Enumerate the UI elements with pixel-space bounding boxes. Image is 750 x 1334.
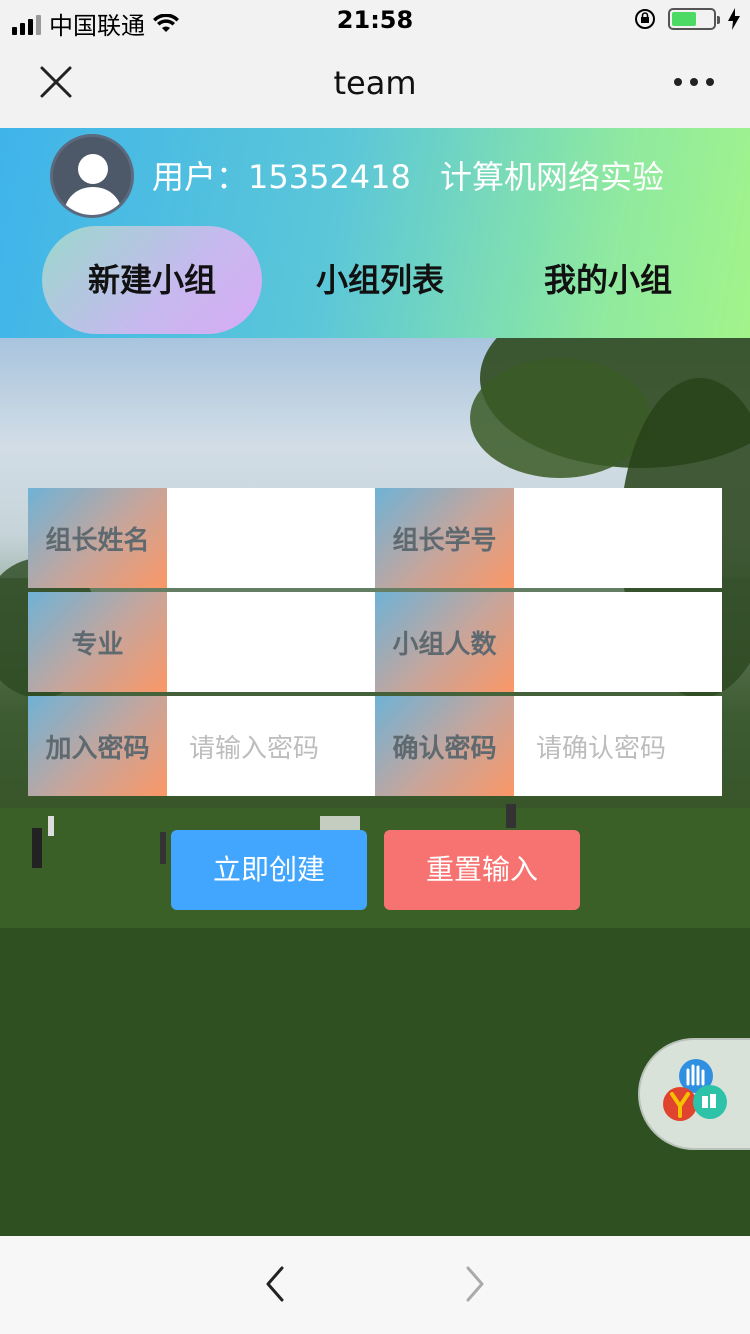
confirm-password-input[interactable]: 请确认密码 [514,696,722,796]
leader-name-label: 组长姓名 [28,488,167,588]
user-silhouette-icon [63,154,123,215]
page-title: team [333,64,417,102]
form-row-leader: 组长姓名 组长学号 [28,488,722,588]
join-password-label: 加入密码 [28,696,167,796]
status-right [634,8,740,30]
major-input[interactable] [167,592,375,692]
group-size-label: 小组人数 [375,592,514,692]
back-arrow-icon[interactable] [260,1264,290,1304]
nav-bar: team [0,40,750,128]
avatar[interactable] [50,134,134,218]
more-icon[interactable] [674,78,714,86]
course-name-label: 计算机网络实验 [440,158,665,196]
app-cluster-icon [663,1059,727,1121]
tab-my-groups[interactable]: 我的小组 [498,226,718,334]
form-row-password: 加入密码 请输入密码 确认密码 请确认密码 [28,696,722,796]
user-id-label: 用户：15352418 [152,158,411,196]
leader-student-id-label: 组长学号 [375,488,514,588]
header-banner: 用户：15352418 计算机网络实验 新建小组 小组列表 我的小组 [0,128,750,338]
floating-assistant-widget[interactable] [638,1038,750,1150]
reset-input-button[interactable]: 重置输入 [384,830,580,910]
status-bar: 中国联通 21:58 [0,0,750,40]
create-group-form: 组长姓名 组长学号 专业 小组人数 加入密码 请输入密码 确认密码 请确认密码 [28,488,722,800]
tab-new-group[interactable]: 新建小组 [42,226,262,334]
rotation-lock-icon [635,9,655,29]
leader-name-input[interactable] [167,488,375,588]
form-row-major: 专业 小组人数 [28,592,722,692]
forward-arrow-icon[interactable] [460,1264,490,1304]
create-now-button[interactable]: 立即创建 [171,830,367,910]
bottom-toolbar [0,1236,750,1334]
battery-icon [668,8,720,30]
confirm-password-label: 确认密码 [375,696,514,796]
major-label: 专业 [28,592,167,692]
tab-group-list[interactable]: 小组列表 [270,226,490,334]
leader-student-id-input[interactable] [514,488,722,588]
charging-icon [728,8,740,30]
group-size-input[interactable] [514,592,722,692]
join-password-input[interactable]: 请输入密码 [167,696,375,796]
